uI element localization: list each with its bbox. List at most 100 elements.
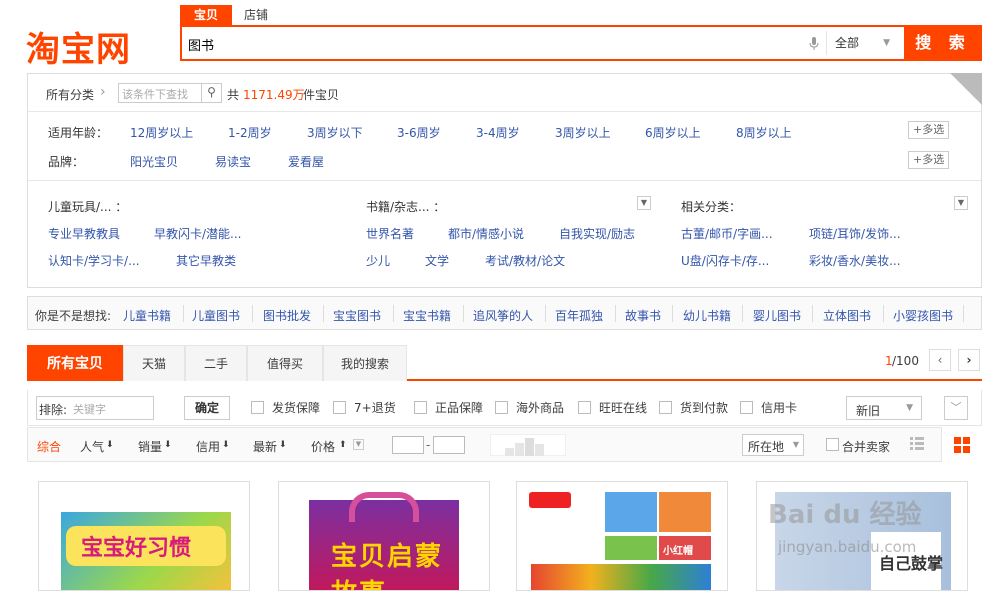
- tab-tmall[interactable]: 天猫: [123, 345, 185, 381]
- product-card[interactable]: 宝宝好习惯: [38, 481, 250, 591]
- category-link[interactable]: 专业早教教具: [48, 225, 120, 242]
- product-card[interactable]: 小红帽: [516, 481, 728, 591]
- age-multi-select-button[interactable]: +多选: [908, 121, 950, 139]
- age-option[interactable]: 3-6周岁: [397, 124, 441, 141]
- suggestion-link[interactable]: 宝宝图书: [333, 307, 381, 324]
- suggestion-link[interactable]: 立体图书: [823, 307, 871, 324]
- category-link[interactable]: 世界名著: [366, 225, 414, 242]
- brand-option[interactable]: 易读宝: [215, 153, 251, 170]
- expand-options-button[interactable]: ﹀: [944, 396, 968, 420]
- suggestion-link[interactable]: 小婴孩图书: [893, 307, 953, 324]
- category-link[interactable]: 自我实现/励志: [559, 225, 635, 242]
- category-link[interactable]: U盘/闪存卡/存...: [681, 252, 769, 269]
- chevron-down-icon[interactable]: ▼: [954, 196, 968, 210]
- microphone-icon[interactable]: [809, 37, 819, 51]
- brand-option[interactable]: 爱看屋: [288, 153, 324, 170]
- category-link[interactable]: 其它早教类: [176, 252, 236, 269]
- product-image: 宝宝好习惯: [61, 512, 231, 590]
- category-link[interactable]: 古董/邮币/字画...: [681, 225, 773, 242]
- exclude-keyword-field[interactable]: 排除: 关键字: [36, 396, 154, 420]
- checkbox[interactable]: [333, 401, 346, 414]
- suggestion-link[interactable]: 幼儿书籍: [683, 307, 731, 324]
- sort-credit[interactable]: 信用: [196, 438, 220, 455]
- age-option[interactable]: 12周岁以上: [130, 124, 193, 141]
- chevron-down-icon: ▼: [792, 440, 799, 449]
- tab-worth-buying[interactable]: 值得买: [247, 345, 323, 381]
- product-card[interactable]: 宝贝启蒙故事: [278, 481, 490, 591]
- age-filter-label: 适用年龄：: [48, 126, 109, 140]
- category-link[interactable]: 少儿: [366, 252, 390, 269]
- search-icon[interactable]: ⚲: [201, 83, 221, 103]
- panel-fold-corner: [950, 73, 982, 105]
- tab-secondhand[interactable]: 二手: [185, 345, 247, 381]
- category-link[interactable]: 考试/教材/论文: [485, 252, 565, 269]
- search-bar: 全部 ▼ 搜 索: [180, 25, 982, 61]
- age-option[interactable]: 8周岁以上: [736, 124, 792, 141]
- sort-bar: 综合 人气 ⬇ 销量 ⬇ 信用 ⬇ 最新 ⬇ 价格 ⬆ ▼ - 所在地 ▼ 合并…: [27, 427, 983, 462]
- sort-comprehensive[interactable]: 综合: [37, 438, 61, 455]
- sort-newest[interactable]: 最新: [253, 438, 277, 455]
- price-distribution-icon[interactable]: [490, 434, 566, 456]
- search-tab-items[interactable]: 宝贝: [180, 5, 233, 25]
- category-link[interactable]: 认知卡/学习卡/...: [48, 252, 140, 269]
- checkbox[interactable]: [740, 401, 753, 414]
- brand-multi-select-button[interactable]: +多选: [908, 151, 950, 169]
- confirm-button[interactable]: 确定: [184, 396, 230, 420]
- product-image-text: 宝宝好习惯: [81, 536, 192, 561]
- next-page-button[interactable]: ›: [958, 349, 980, 371]
- checkbox[interactable]: [251, 401, 264, 414]
- suggestion-link[interactable]: 婴儿图书: [753, 307, 801, 324]
- checkbox[interactable]: [578, 401, 591, 414]
- price-min-input[interactable]: [392, 436, 424, 454]
- merge-sellers-checkbox[interactable]: [826, 438, 839, 451]
- list-view-icon[interactable]: [910, 437, 924, 451]
- age-option[interactable]: 6周岁以上: [645, 124, 701, 141]
- category-link[interactable]: 文学: [425, 252, 449, 269]
- suggestion-link[interactable]: 百年孤独: [555, 307, 603, 324]
- chevron-down-icon[interactable]: ▼: [637, 196, 651, 210]
- category-link[interactable]: 项链/耳饰/发饰...: [809, 225, 901, 242]
- exclude-placeholder: 关键字: [73, 403, 106, 416]
- checkbox[interactable]: [659, 401, 672, 414]
- taobao-logo[interactable]: 淘宝网: [26, 22, 131, 71]
- category-link[interactable]: 早教闪卡/潜能...: [154, 225, 242, 242]
- sort-sales[interactable]: 销量: [138, 438, 162, 455]
- grid-view-button[interactable]: [941, 427, 983, 462]
- suggestion-link[interactable]: 图书批发: [263, 307, 311, 324]
- age-option[interactable]: 3周岁以下: [307, 124, 363, 141]
- age-option[interactable]: 1-2周岁: [228, 124, 272, 141]
- price-max-input[interactable]: [433, 436, 465, 454]
- sort-price[interactable]: 价格: [311, 438, 335, 455]
- age-option[interactable]: 3周岁以上: [555, 124, 611, 141]
- suggestion-link[interactable]: 故事书: [625, 307, 661, 324]
- search-button[interactable]: 搜 索: [904, 25, 982, 61]
- age-option[interactable]: 3-4周岁: [476, 124, 520, 141]
- suggestion-link[interactable]: 宝宝书籍: [403, 307, 451, 324]
- sort-popularity[interactable]: 人气: [80, 438, 104, 455]
- category-filter-placeholder: 该条件下查找: [122, 88, 188, 101]
- suggestion-link[interactable]: 追风筝的人: [473, 307, 533, 324]
- did-you-mean-bar: 你是不是想找: 儿童书籍 儿童图书 图书批发 宝宝图书 宝宝书籍 追风筝的人 百…: [27, 296, 982, 330]
- tab-my-search[interactable]: 我的搜索: [323, 345, 407, 381]
- category-filter-input[interactable]: 该条件下查找 ⚲: [118, 83, 222, 103]
- sort-order-select[interactable]: 新旧 ▼: [846, 396, 922, 420]
- search-input[interactable]: [188, 34, 788, 54]
- category-link[interactable]: 都市/情感小说: [448, 225, 524, 242]
- suggestion-link[interactable]: 儿童书籍: [123, 307, 171, 324]
- breadcrumb-all-categories[interactable]: 所有分类: [46, 86, 94, 103]
- tab-all-items[interactable]: 所有宝贝: [27, 345, 123, 381]
- prev-page-button[interactable]: ‹: [929, 349, 951, 371]
- brand-option[interactable]: 阳光宝贝: [130, 153, 178, 170]
- divider: [323, 305, 324, 322]
- checkbox[interactable]: [414, 401, 427, 414]
- chevron-down-icon[interactable]: ▼: [353, 439, 364, 450]
- check-label: 旺旺在线: [599, 401, 648, 415]
- divider: [615, 305, 616, 322]
- checkbox[interactable]: [495, 401, 508, 414]
- category-link[interactable]: 彩妆/香水/美妆...: [809, 252, 901, 269]
- search-scope-select[interactable]: 全部 ▼: [826, 31, 896, 55]
- suggestion-link[interactable]: 儿童图书: [192, 307, 240, 324]
- search-tab-shops[interactable]: 店铺: [230, 5, 282, 25]
- location-select[interactable]: 所在地 ▼: [742, 434, 804, 456]
- divider: [812, 305, 813, 322]
